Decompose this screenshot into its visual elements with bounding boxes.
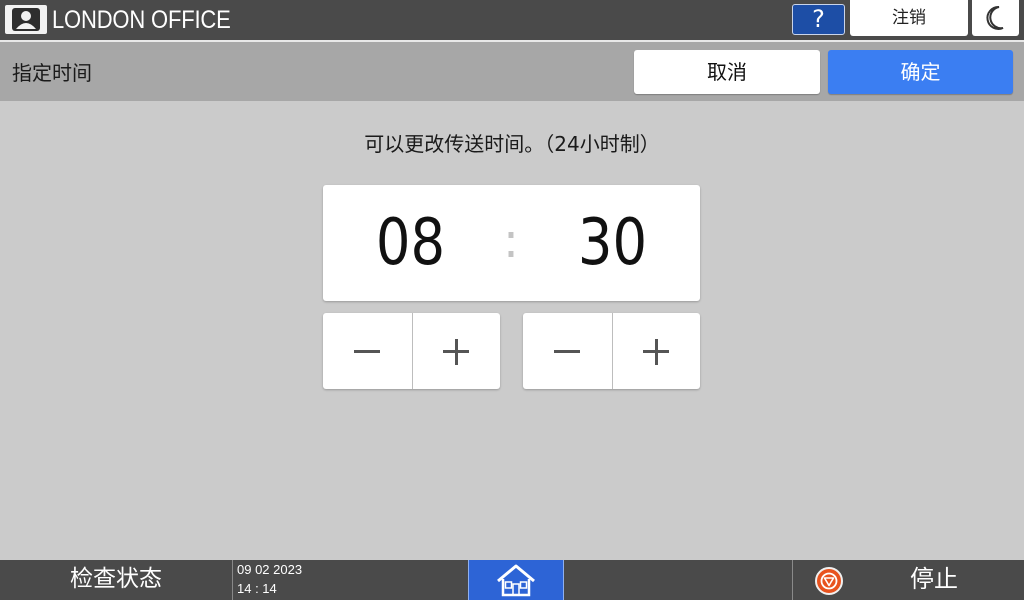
logout-button[interactable]: 注销 <box>850 0 968 36</box>
time-text: 14 : 14 <box>237 581 277 596</box>
cancel-button[interactable]: 取消 <box>634 50 820 94</box>
hours-decrement-button[interactable] <box>323 313 412 389</box>
minutes-value[interactable]: 30 <box>538 185 687 301</box>
user-icon <box>12 8 40 31</box>
hours-stepper <box>323 313 500 389</box>
time-separator: : <box>502 213 520 269</box>
minutes-stepper <box>523 313 700 389</box>
stop-label: 停止 <box>910 565 958 593</box>
user-button[interactable] <box>5 5 47 34</box>
instruction-text: 可以更改传送时间。（24小时制） <box>364 132 660 156</box>
hours-increment-button[interactable] <box>411 313 501 389</box>
home-icon <box>497 564 535 597</box>
stop-button[interactable]: 停止 <box>792 560 1024 600</box>
minus-icon <box>354 350 381 353</box>
moon-icon <box>986 5 1004 30</box>
office-name: LONDON OFFICE <box>52 6 231 34</box>
page-title: 指定时间 <box>12 61 92 85</box>
date-time-display: 09 02 2023 14 : 14 <box>232 560 468 600</box>
check-status-button[interactable]: 检查状态 <box>0 560 232 600</box>
top-bar: LONDON OFFICE ? 注销 <box>0 0 1024 40</box>
date-text: 09 02 2023 <box>237 562 303 577</box>
bottom-bar: 检查状态 09 02 2023 14 : 14 停止 <box>0 560 1024 600</box>
stop-icon <box>815 567 843 595</box>
hours-value[interactable]: 08 <box>336 185 485 301</box>
minutes-decrement-button[interactable] <box>523 313 612 389</box>
title-bar: 指定时间 取消 确定 <box>0 40 1024 101</box>
home-button[interactable] <box>468 560 564 600</box>
time-display: 08 : 30 <box>323 185 700 301</box>
help-button[interactable]: ? <box>792 4 845 35</box>
energy-saver-button[interactable] <box>972 0 1019 36</box>
ok-button[interactable]: 确定 <box>828 50 1013 94</box>
minus-icon <box>554 350 581 353</box>
minutes-increment-button[interactable] <box>611 313 701 389</box>
